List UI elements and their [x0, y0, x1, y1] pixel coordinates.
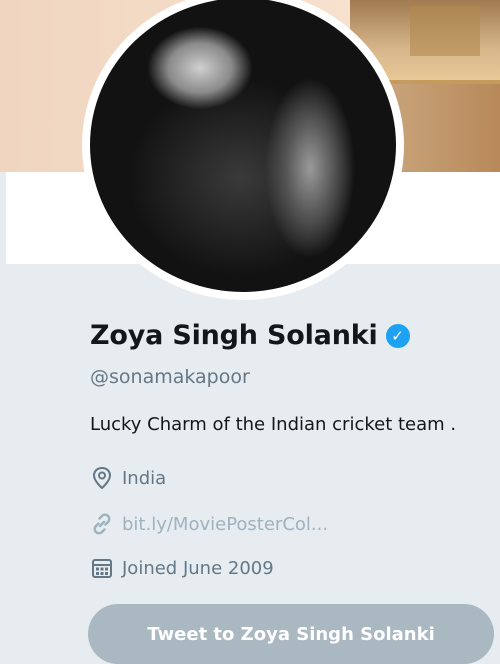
profile-name[interactable]: Zoya Singh Solanki	[90, 320, 378, 351]
avatar-photo	[90, 0, 396, 292]
profile-avatar[interactable]	[82, 0, 404, 300]
profile-bio: Lucky Charm of the Indian cricket team .	[90, 414, 457, 435]
profile-card-edge	[0, 172, 6, 264]
location-pin-icon	[90, 466, 114, 490]
link-icon	[90, 512, 114, 536]
verified-badge-icon: ✓	[385, 323, 410, 348]
banner-decoration-inner	[410, 6, 480, 56]
location-text: India	[122, 467, 167, 489]
link-text[interactable]: bit.ly/MoviePosterCol...	[122, 514, 328, 535]
profile-handle[interactable]: @sonamakapoor	[90, 366, 250, 388]
calendar-icon	[90, 556, 114, 580]
profile-link[interactable]: bit.ly/MoviePosterCol...	[90, 512, 328, 536]
profile-location: India	[90, 466, 166, 490]
tweet-to-button[interactable]: Tweet to Zoya Singh Solanki	[88, 604, 494, 664]
joined-text: Joined June 2009	[122, 557, 274, 579]
profile-joined: Joined June 2009	[90, 556, 274, 580]
profile-name-row: Zoya Singh Solanki ✓	[90, 320, 410, 351]
